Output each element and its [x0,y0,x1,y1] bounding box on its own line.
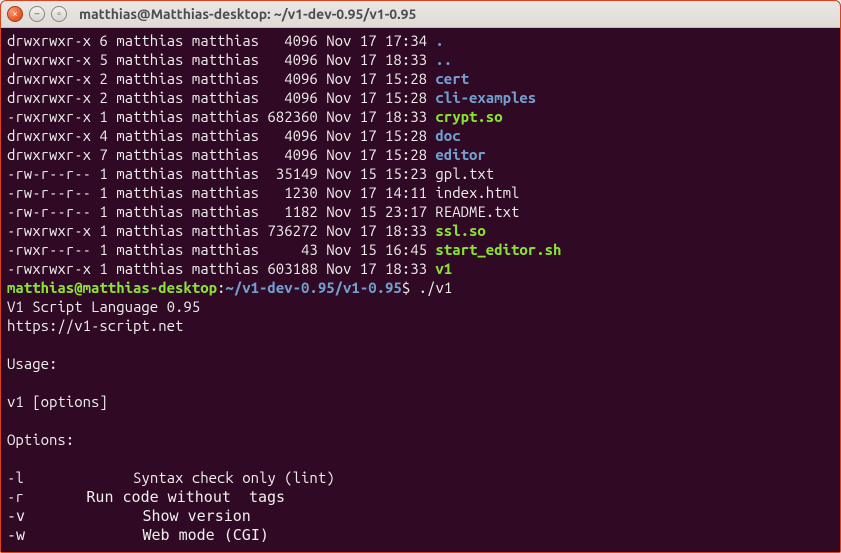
blank-line [7,335,834,354]
blank-line [7,373,834,392]
file-name: editor [435,146,485,163]
file-name: README.txt [435,203,519,220]
blank-line [7,449,834,468]
option-desc: Web mode (CGI) [142,526,268,544]
file-name: gpl.txt [435,165,494,182]
ls-row: -rwxr--r-- 1 matthias matthias 43 Nov 15… [7,240,834,259]
file-name: doc [435,127,460,144]
prompt-path: ~/v1-dev-0.95/v1-0.95 [225,279,401,296]
usage-line: v1 [options] [7,392,834,411]
blank-line [7,545,834,553]
ls-row: -rw-r--r-- 1 matthias matthias 35149 Nov… [7,164,834,183]
file-name: crypt.so [435,108,502,125]
titlebar: × – ▫ matthias@Matthias-desktop: ~/v1-de… [1,1,840,28]
usage-header: Usage: [7,354,834,373]
ls-row: drwxrwxr-x 7 matthias matthias 4096 Nov … [7,145,834,164]
file-name: cert [435,70,469,87]
ls-row: -rwxrwxr-x 1 matthias matthias 736272 No… [7,221,834,240]
ls-row: -rw-r--r-- 1 matthias matthias 1230 Nov … [7,183,834,202]
prompt-user: matthias@matthias-desktop [7,279,217,296]
ls-row: -rwxrwxr-x 1 matthias matthias 682360 No… [7,107,834,126]
option-desc: Run code without tags [86,488,285,506]
terminal-body[interactable]: drwxrwxr-x 6 matthias matthias 4096 Nov … [1,28,840,552]
ls-row: -rw-r--r-- 1 matthias matthias 1182 Nov … [7,202,834,221]
ls-row: drwxrwxr-x 2 matthias matthias 4096 Nov … [7,88,834,107]
ls-row: drwxrwxr-x 6 matthias matthias 4096 Nov … [7,31,834,50]
option-line: -v Show version [7,507,834,526]
ls-row: drwxrwxr-x 5 matthias matthias 4096 Nov … [7,50,834,69]
file-name: v1 [435,260,452,277]
option-line: -w Web mode (CGI) [7,526,834,545]
ls-row: -rwxrwxr-x 1 matthias matthias 603188 No… [7,259,834,278]
option-line: -r Run code without tags [7,487,834,507]
file-name: index.html [435,184,519,201]
file-name: .. [435,51,452,68]
typed-command: ./v1 [419,279,453,296]
option-flag: -w [7,526,142,544]
prompt-line: matthias@matthias-desktop:~/v1-dev-0.95/… [7,278,834,297]
file-name: ssl.so [435,222,485,239]
maximize-icon[interactable]: ▫ [51,6,67,22]
output-line: https://v1-script.net [7,316,834,335]
ls-row: drwxrwxr-x 4 matthias matthias 4096 Nov … [7,126,834,145]
prompt-dollar: $ [402,279,410,296]
window-title: matthias@Matthias-desktop: ~/v1-dev-0.95… [79,6,416,22]
file-name: start_editor.sh [435,241,561,258]
ls-row: drwxrwxr-x 2 matthias matthias 4096 Nov … [7,69,834,88]
file-name: cli-examples [435,89,536,106]
option-desc: Syntax check only (lint) [133,469,335,486]
option-flag: -r [7,488,86,505]
option-flag: -v [7,507,142,525]
option-line: -l Syntax check only (lint) [7,468,834,487]
minimize-icon[interactable]: – [29,6,45,22]
output-line: V1 Script Language 0.95 [7,297,834,316]
option-flag: -l [7,469,133,486]
close-icon[interactable]: × [7,6,23,22]
option-desc: Show version [142,507,250,525]
options-header: Options: [7,430,834,449]
file-name: . [435,32,443,49]
blank-line [7,411,834,430]
terminal-window: × – ▫ matthias@Matthias-desktop: ~/v1-de… [0,0,841,553]
